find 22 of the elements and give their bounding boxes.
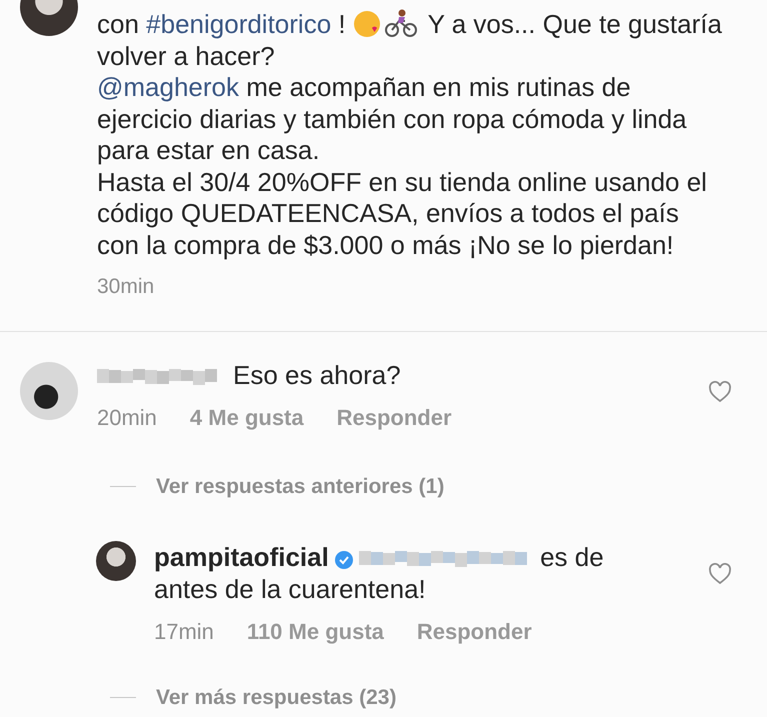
heart-icon[interactable] [708, 380, 732, 402]
likes-count[interactable]: 4 Me gusta [190, 404, 304, 430]
caption-text: @magherok me acompañan en mis rutinas de ejercicio diarias y también con ropa cómoda y linda para estar en casa. [97, 72, 688, 166]
view-replies-link[interactable]: Ver más respuestas (23) [156, 686, 396, 710]
view-replies-link[interactable]: Ver respuestas anteriores (1) [156, 474, 444, 498]
timestamp: 30min [97, 274, 156, 300]
caption-text: Hasta el 30/4 20%OFF en su tienda online usando el código QUEDATEENCASA, envíos a todos el país con la compra de $3.000 o más ¡No se lo pierdan! [97, 166, 708, 261]
likes-count[interactable]: 110 Me gusta [246, 618, 384, 644]
kiss-emoji-icon [352, 10, 381, 38]
comment-text: Eso es ahora? [97, 358, 557, 390]
comment-text: pampitaoficial es de antes de la cuarentena! [154, 540, 605, 604]
link[interactable]: @magherok [97, 72, 240, 102]
reply-link[interactable]: Responder [336, 404, 452, 430]
username[interactable]: pampitaoficial [154, 542, 329, 572]
timestamp: 17min [154, 618, 214, 644]
caption-text: con #benigorditorico ! Y a vos... Que te gustaría volver a hacer? [97, 8, 722, 72]
avatar[interactable] [96, 540, 136, 580]
timestamp: 20min [97, 404, 157, 430]
link[interactable]: #benigorditorico [146, 9, 332, 39]
reply-link[interactable]: Responder [416, 618, 532, 644]
bicycle-icon [384, 8, 417, 38]
heart-icon[interactable] [708, 562, 732, 584]
